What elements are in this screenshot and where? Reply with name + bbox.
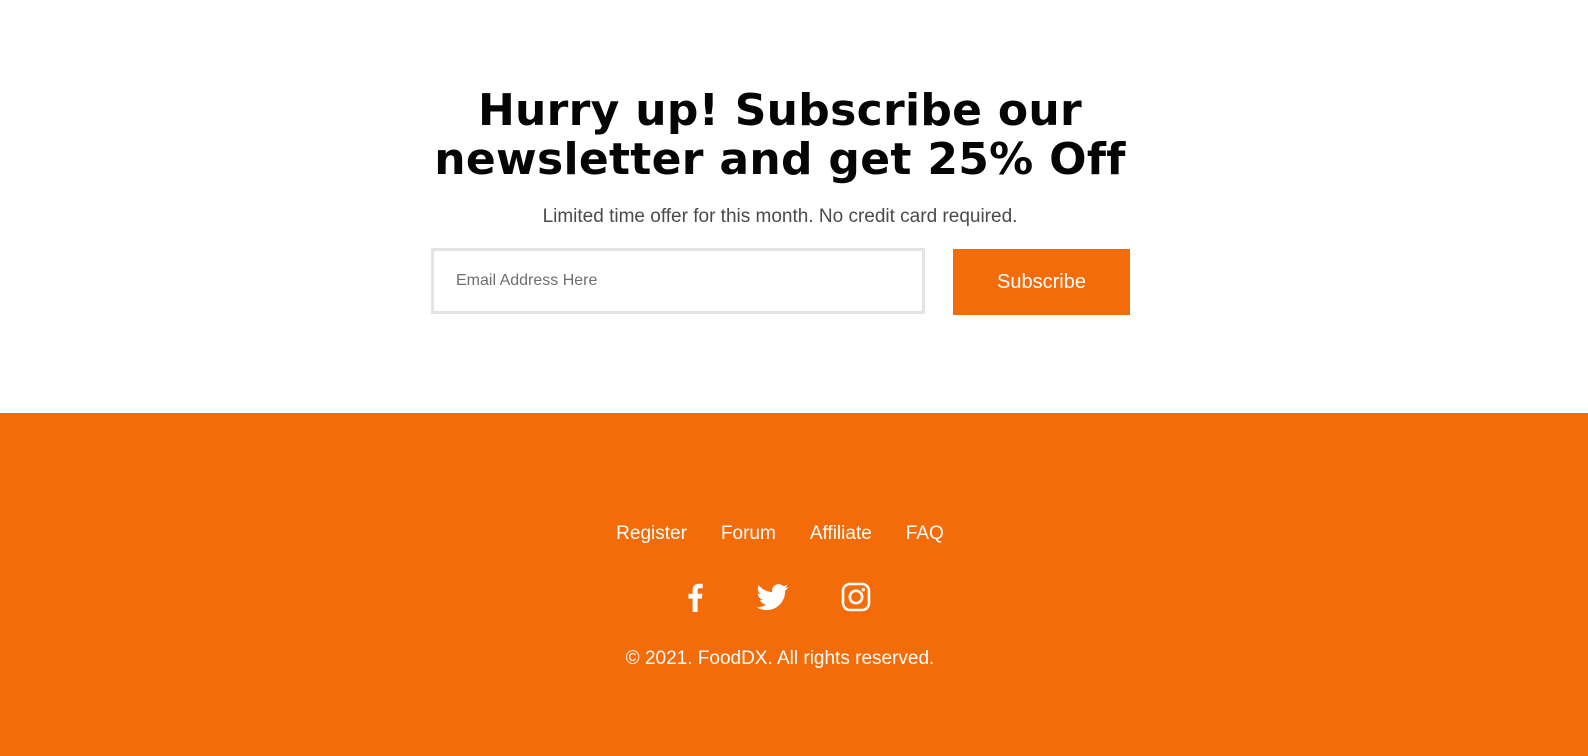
- footer-link-affiliate[interactable]: Affiliate: [810, 523, 872, 545]
- headline-line-1: Hurry up! Subscribe our: [477, 85, 1083, 136]
- facebook-icon[interactable]: [680, 581, 712, 613]
- footer-link-register[interactable]: Register: [616, 523, 687, 545]
- twitter-icon[interactable]: [757, 581, 789, 613]
- newsletter-headline: Hurry up! Subscribe our newsletter and g…: [0, 86, 1560, 184]
- footer-nav: Register Forum Affiliate FAQ: [0, 523, 1560, 545]
- footer-link-forum[interactable]: Forum: [721, 523, 776, 545]
- site-footer: Register Forum Affiliate FAQ © 2021. Foo…: [0, 413, 1588, 756]
- email-input[interactable]: [431, 248, 925, 314]
- newsletter-section: Hurry up! Subscribe our newsletter and g…: [0, 0, 1588, 413]
- instagram-icon[interactable]: [840, 581, 872, 613]
- social-links: [0, 581, 1560, 613]
- footer-link-faq[interactable]: FAQ: [906, 523, 944, 545]
- headline-line-2: newsletter and get 25% Off: [434, 134, 1126, 185]
- copyright-text: © 2021. FoodDX. All rights reserved.: [625, 648, 935, 669]
- newsletter-subtitle: Limited time offer for this month. No cr…: [542, 206, 1018, 227]
- subscribe-button[interactable]: Subscribe: [953, 249, 1130, 315]
